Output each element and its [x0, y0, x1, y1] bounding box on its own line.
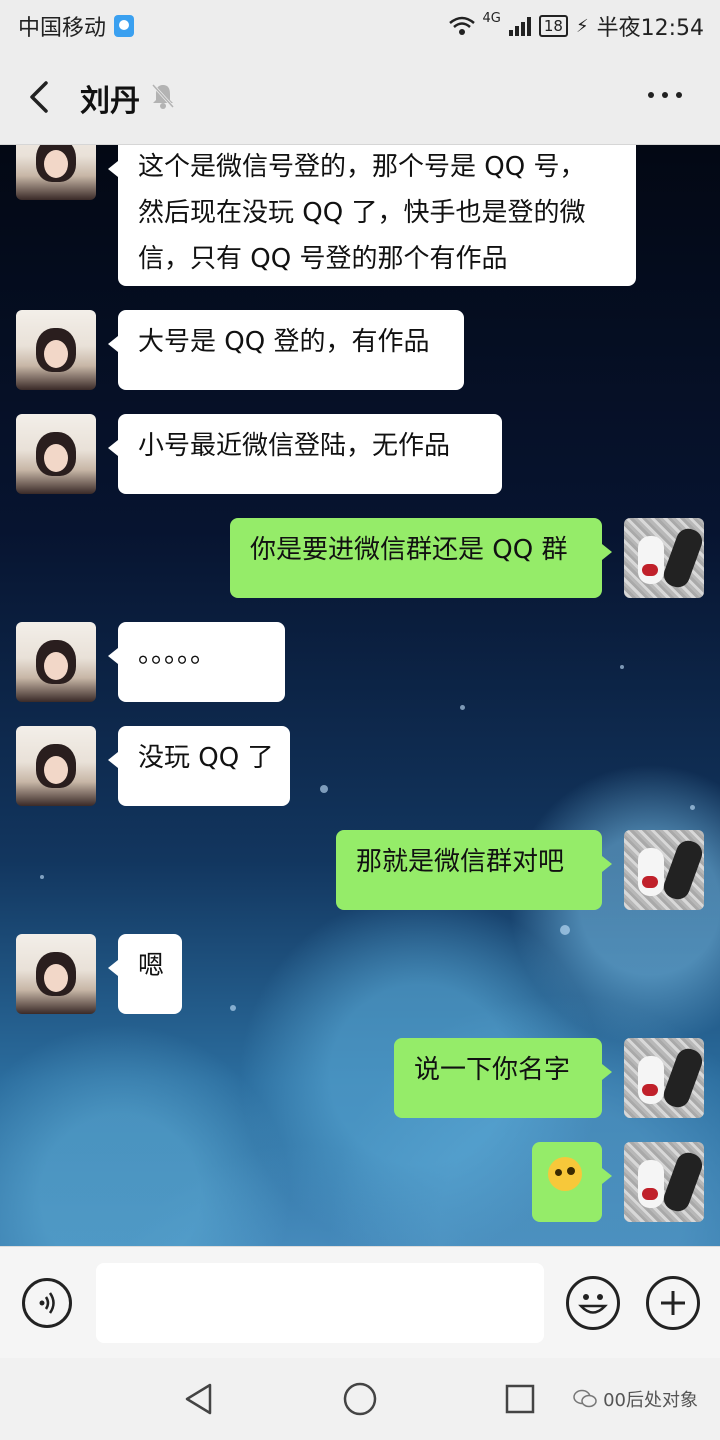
message-bubble-received[interactable]: 。。。。。 — [108, 622, 285, 702]
chat-header: 刘丹 — [0, 50, 720, 145]
my-avatar[interactable] — [624, 518, 704, 598]
input-bar — [0, 1246, 720, 1359]
plus-icon[interactable] — [646, 1276, 700, 1330]
nav-home-icon[interactable] — [342, 1381, 378, 1417]
carrier-label: 中国移动 — [18, 16, 107, 41]
network-label: 4G — [482, 10, 501, 26]
message-bubble-sent[interactable]: 说一下你名字 — [394, 1038, 612, 1118]
watermark: 00后处对象 — [573, 1386, 698, 1412]
message-bubble-received[interactable]: 嗯 — [108, 934, 182, 1014]
message-text: 说一下你名字 — [414, 1055, 571, 1085]
message-text: 你是要进微信群还是 QQ 群 — [250, 535, 568, 565]
contact-avatar[interactable] — [16, 145, 96, 200]
message-bubble-received[interactable]: 这个是微信号登的，那个号是 QQ 号， 然后现在没玩 QQ 了，快手也是登的微 … — [108, 145, 636, 286]
wifi-icon — [448, 16, 475, 35]
thinking-face-emoji — [548, 1157, 582, 1191]
message-line: 信，只有 QQ 号登的那个有作品 — [138, 244, 508, 274]
clock: 半夜12:54 — [596, 16, 704, 41]
battery-level: 18 — [543, 17, 563, 35]
voice-icon[interactable] — [22, 1278, 72, 1328]
message-input[interactable] — [96, 1263, 544, 1343]
message-bubble-received[interactable]: 小号最近微信登陆，无作品 — [108, 414, 502, 494]
nav-back-icon[interactable] — [182, 1382, 216, 1416]
signal-icon — [508, 16, 531, 36]
smiley-icon[interactable] — [566, 1276, 620, 1330]
nav-recents-icon[interactable] — [504, 1383, 536, 1415]
message-text: 。。。。。 — [138, 639, 217, 669]
message-line: 然后现在没玩 QQ 了，快手也是登的微 — [138, 198, 586, 228]
message-text: 大号是 QQ 登的，有作品 — [138, 327, 430, 357]
watermark-text: 00后处对象 — [603, 1390, 698, 1411]
my-avatar[interactable] — [624, 1142, 704, 1222]
message-bubble-sent[interactable]: 你是要进微信群还是 QQ 群 — [230, 518, 612, 598]
battery-icon: 18 — [538, 15, 568, 37]
my-avatar[interactable] — [624, 830, 704, 910]
back-arrow-icon[interactable] — [24, 80, 58, 114]
contact-avatar[interactable] — [16, 310, 96, 390]
message-text: 那就是微信群对吧 — [356, 847, 565, 877]
more-options-icon[interactable] — [648, 92, 682, 98]
contact-avatar[interactable] — [16, 622, 96, 702]
contact-avatar[interactable] — [16, 414, 96, 494]
status-bar: 中国移动 4G 18 ⚡ 半夜12:54 — [0, 0, 720, 50]
message-bubble-sent[interactable] — [532, 1142, 612, 1222]
charging-icon: ⚡ — [575, 15, 589, 37]
my-avatar[interactable] — [624, 1038, 704, 1118]
contact-name: 刘丹 — [80, 84, 140, 119]
message-bubble-received[interactable]: 没玩 QQ 了 — [108, 726, 290, 806]
chat-area[interactable]: 这个是微信号登的，那个号是 QQ 号， 然后现在没玩 QQ 了，快手也是登的微 … — [0, 145, 720, 1246]
message-text: 嗯 — [138, 951, 165, 981]
message-line: 这个是微信号登的，那个号是 QQ 号， — [138, 152, 586, 182]
contact-avatar[interactable] — [16, 726, 96, 806]
message-text: 小号最近微信登陆，无作品 — [138, 431, 451, 461]
message-bubble-sent[interactable]: 那就是微信群对吧 — [336, 830, 612, 910]
system-nav-bar: 00后处对象 — [0, 1358, 720, 1440]
wechat-logo-icon — [573, 1389, 597, 1408]
shield-icon — [114, 15, 135, 37]
message-bubble-received[interactable]: 大号是 QQ 登的，有作品 — [108, 310, 464, 390]
mute-bell-icon — [151, 83, 175, 109]
contact-avatar[interactable] — [16, 934, 96, 1014]
message-text: 没玩 QQ 了 — [138, 743, 274, 773]
